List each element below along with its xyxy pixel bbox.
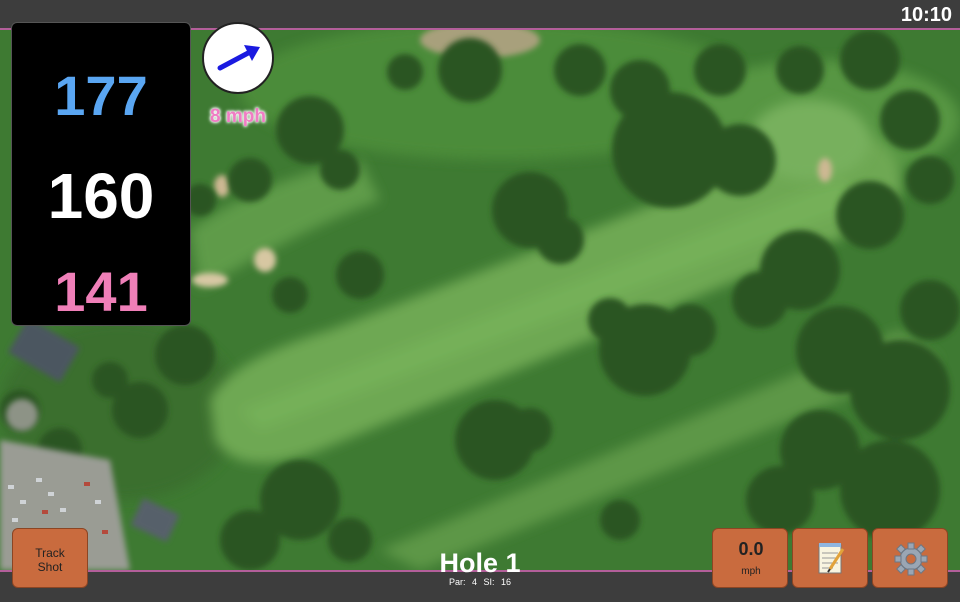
notes-button[interactable]	[792, 528, 868, 588]
wind-speed: 8 mph	[210, 106, 266, 127]
gear-icon	[894, 542, 928, 576]
track-shot-label-line1: Track	[35, 546, 65, 560]
arrow-icon	[217, 45, 260, 71]
track-shot-button[interactable]: Track Shot	[12, 528, 88, 588]
speed-value: 0.0	[738, 539, 764, 559]
clock: 10:10	[900, 4, 952, 26]
speed-button[interactable]: 0.0 mph	[712, 528, 788, 588]
distance-back: 177	[54, 64, 148, 127]
wind-direction-dial	[202, 22, 274, 94]
notepad-icon	[818, 543, 845, 574]
distance-front: 141	[54, 260, 148, 323]
track-shot-label-line2: Shot	[37, 560, 63, 574]
stroke-index-label: SI: 16	[483, 577, 512, 587]
settings-button[interactable]	[872, 528, 948, 588]
speed-unit: mph	[741, 566, 761, 577]
distance-middle: 160	[47, 160, 155, 232]
hole-title: Hole 1	[439, 548, 521, 578]
par-label: Par: 4	[448, 577, 477, 587]
distance-panel: 177 160 141	[11, 22, 191, 326]
hole-info: Par: 4 SI: 16	[380, 577, 580, 587]
